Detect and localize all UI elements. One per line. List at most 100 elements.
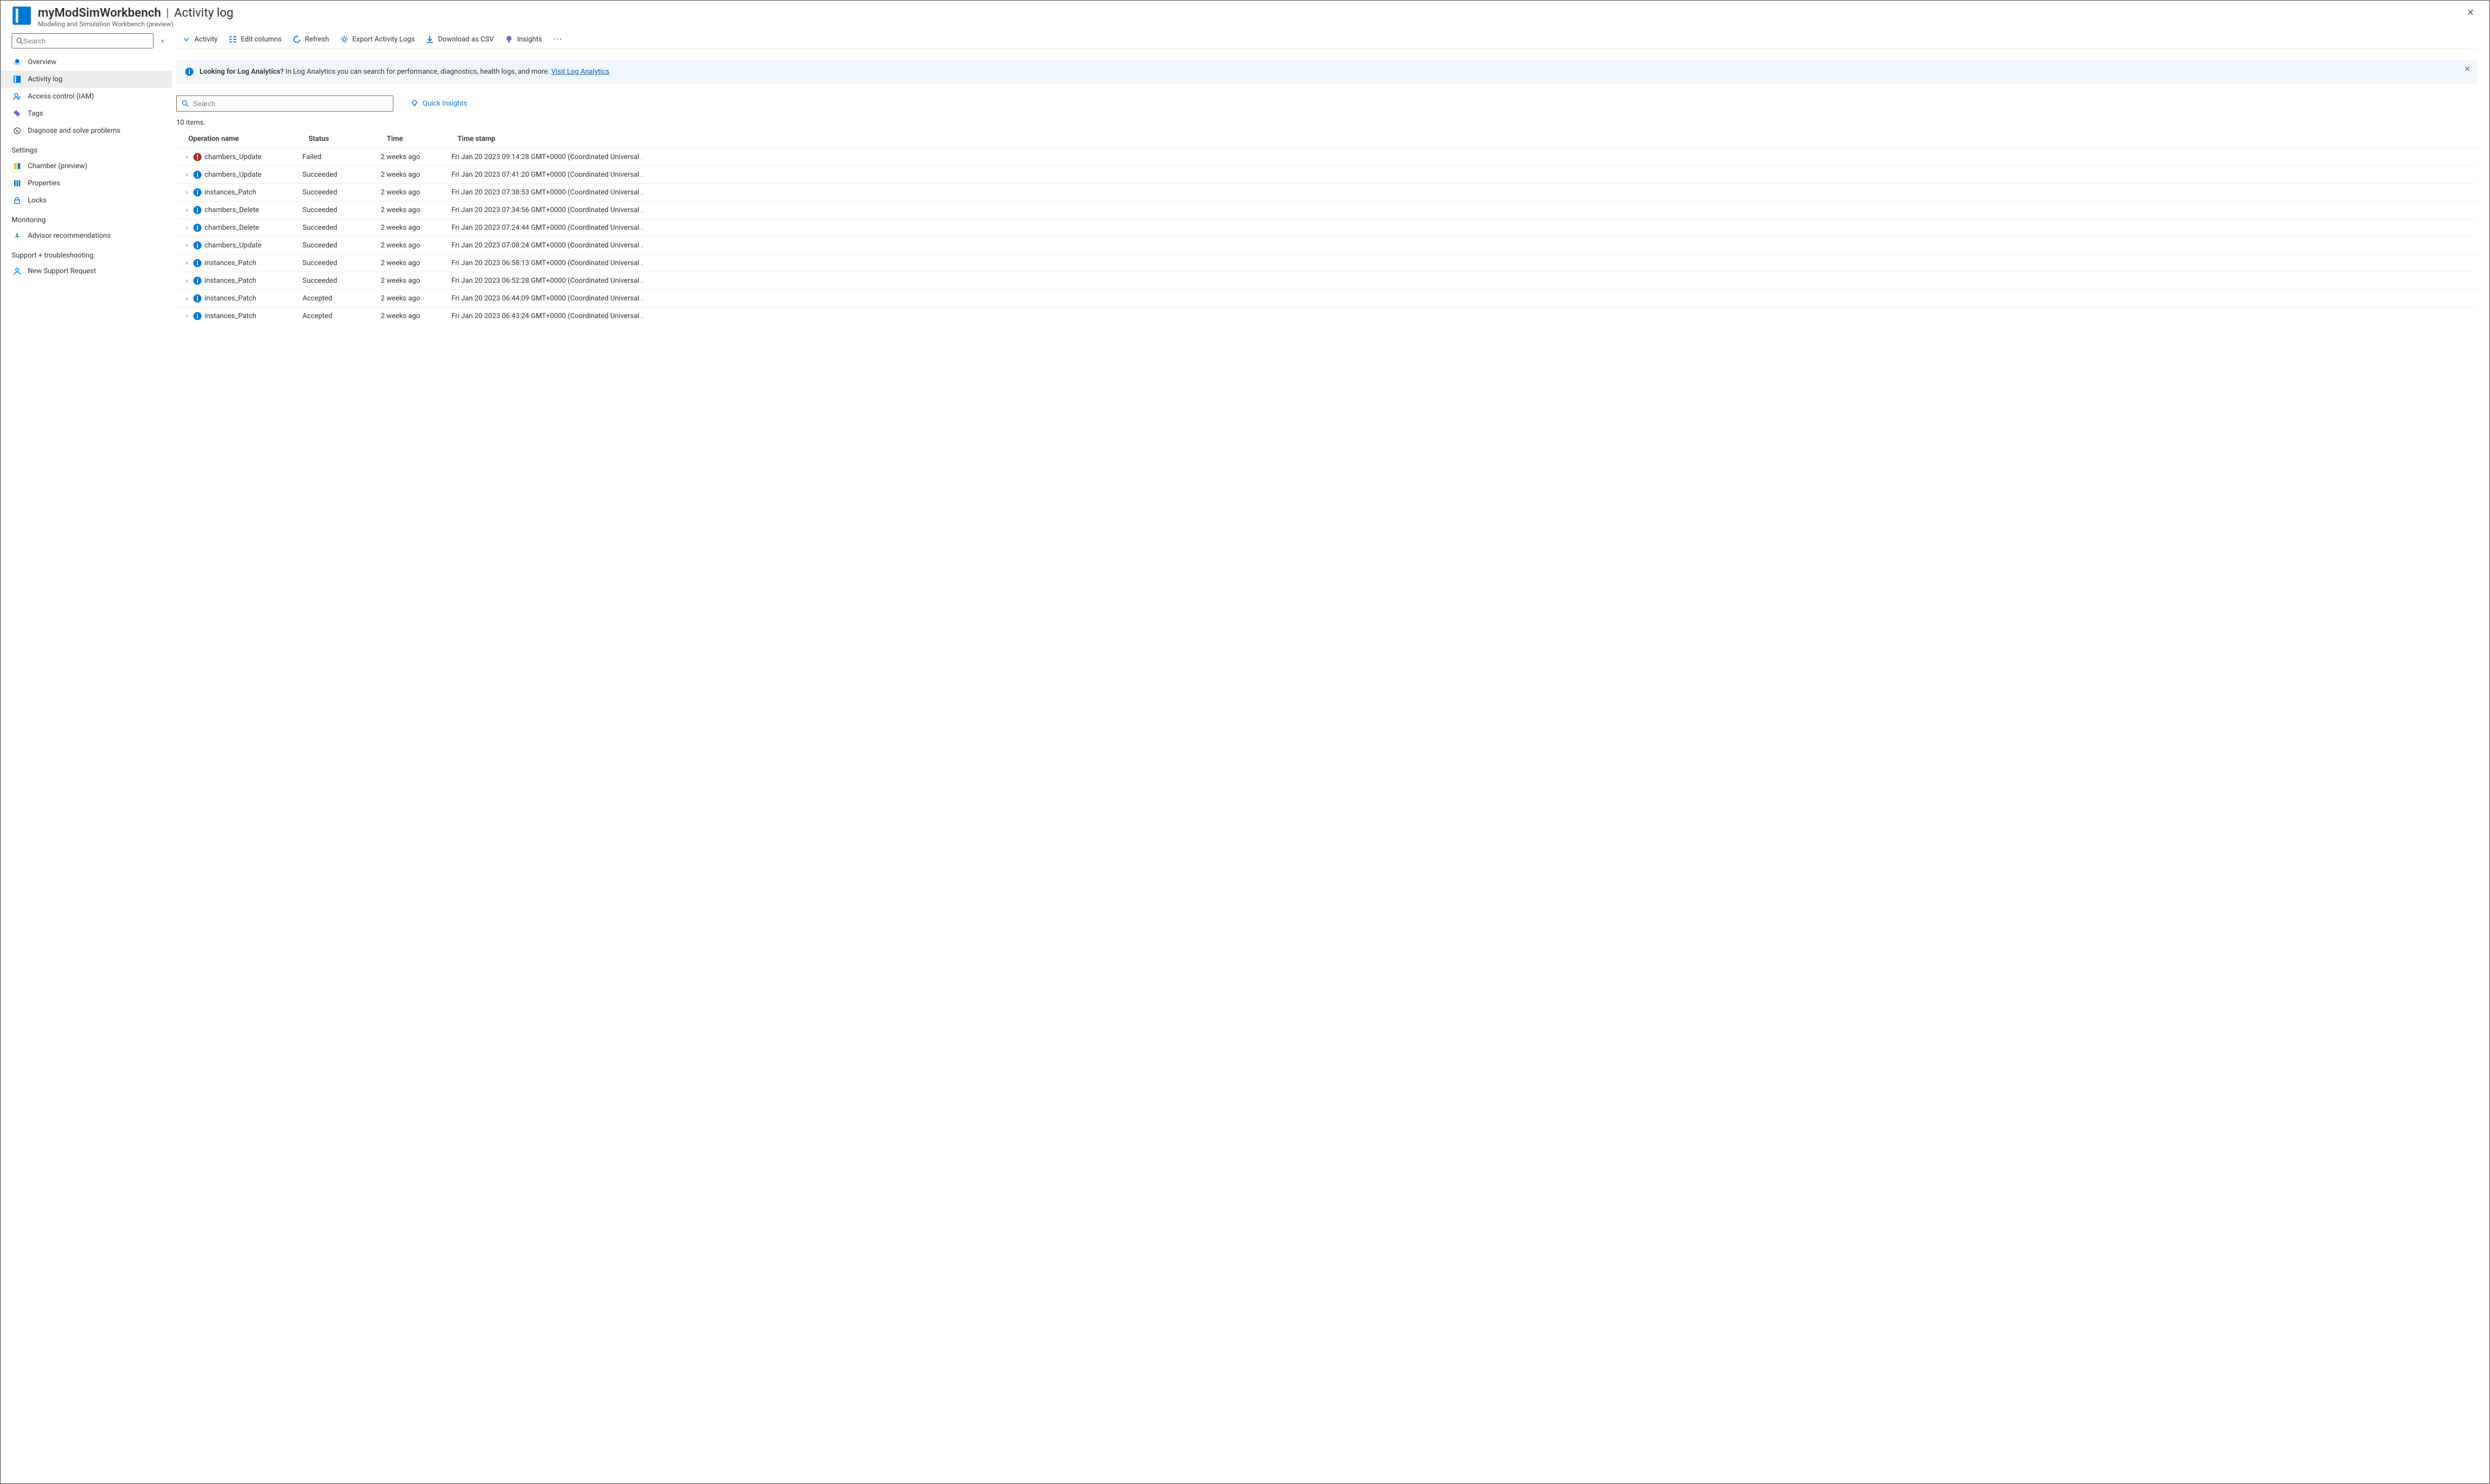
sidebar-item-label: Locks <box>28 196 46 204</box>
info-icon <box>193 241 201 249</box>
chevron-right-icon[interactable]: › <box>183 206 190 214</box>
info-icon <box>193 224 201 232</box>
diagnose-icon <box>13 126 22 135</box>
timestamp-cell: Fri Jan 20 2023 06:44:09 GMT+0000 (Coord… <box>451 294 2477 302</box>
chevron-right-icon[interactable]: › <box>183 153 190 161</box>
sidebar-item-label: Overview <box>28 58 57 66</box>
access-control-icon <box>13 92 22 101</box>
main-content: Activity Edit columns Refresh Export Act… <box>172 32 2489 1483</box>
insights-button[interactable]: Insights <box>505 35 542 43</box>
refresh-button[interactable]: Refresh <box>293 35 329 43</box>
error-icon <box>193 153 201 161</box>
sidebar-item-access-control[interactable]: Access control (IAM) <box>1 88 172 105</box>
operation-name: instances_Patch <box>205 294 257 302</box>
table-row[interactable]: ›instances_PatchSucceeded2 weeks agoFri … <box>176 183 2477 201</box>
search-icon <box>182 100 189 107</box>
sidebar-group-support: Support + troubleshooting <box>1 244 172 263</box>
time-cell: 2 weeks ago <box>381 188 451 196</box>
sidebar-group-monitoring: Monitoring <box>1 209 172 227</box>
chevron-right-icon[interactable]: › <box>183 188 190 196</box>
activity-log-search[interactable] <box>176 95 393 112</box>
time-cell: 2 weeks ago <box>381 294 451 302</box>
time-cell: 2 weeks ago <box>381 241 451 249</box>
table-row[interactable]: ›instances_PatchSucceeded2 weeks agoFri … <box>176 254 2477 272</box>
chevron-right-icon[interactable]: › <box>183 224 190 232</box>
table-row[interactable]: ›instances_PatchAccepted2 weeks agoFri J… <box>176 307 2477 325</box>
info-banner: Looking for Log Analytics? In Log Analyt… <box>176 60 2477 84</box>
info-icon <box>193 206 201 214</box>
operation-name: chambers_Delete <box>205 224 259 232</box>
chevron-right-icon[interactable]: › <box>183 241 190 249</box>
dismiss-banner-icon[interactable]: ✕ <box>2464 65 2470 73</box>
sidebar-group-settings: Settings <box>1 139 172 158</box>
col-operation[interactable]: Operation name <box>182 135 309 143</box>
col-timestamp[interactable]: Time stamp <box>458 135 2477 143</box>
sidebar-item-chamber[interactable]: Chamber (preview) <box>1 158 172 175</box>
activity-log-icon <box>13 75 22 84</box>
banner-link[interactable]: Visit Log Analytics <box>551 68 609 76</box>
timestamp-cell: Fri Jan 20 2023 07:38:53 GMT+0000 (Coord… <box>451 188 2477 196</box>
sidebar-item-label: Advisor recommendations <box>28 232 111 240</box>
collapse-sidebar-icon[interactable]: « <box>159 35 166 47</box>
timestamp-cell: Fri Jan 20 2023 07:34:56 GMT+0000 (Coord… <box>451 206 2477 214</box>
download-csv-button[interactable]: Download as CSV <box>426 35 493 43</box>
chevron-right-icon[interactable]: › <box>183 277 190 285</box>
advisor-icon <box>13 231 22 240</box>
table-row[interactable]: ›chambers_UpdateFailed2 weeks agoFri Jan… <box>176 148 2477 166</box>
quick-insights-button[interactable]: Quick Insights <box>411 99 467 108</box>
col-status[interactable]: Status <box>309 135 387 143</box>
info-icon <box>193 294 201 302</box>
timestamp-cell: Fri Jan 20 2023 06:58:13 GMT+0000 (Coord… <box>451 259 2477 267</box>
activity-dropdown[interactable]: Activity <box>182 35 218 43</box>
gear-icon <box>340 35 348 43</box>
activity-log-search-input[interactable] <box>193 99 388 108</box>
operation-name: instances_Patch <box>205 188 257 196</box>
chevron-right-icon[interactable]: › <box>183 312 190 320</box>
sidebar-item-label: Diagnose and solve problems <box>28 127 120 135</box>
edit-columns-button[interactable]: Edit columns <box>229 35 282 43</box>
table-row[interactable]: ›chambers_DeleteSucceeded2 weeks agoFri … <box>176 201 2477 219</box>
sidebar-search-input[interactable] <box>23 37 149 45</box>
table-row[interactable]: ›instances_PatchAccepted2 weeks agoFri J… <box>176 289 2477 307</box>
more-icon[interactable]: ··· <box>553 35 563 43</box>
table-row[interactable]: ›chambers_DeleteSucceeded2 weeks agoFri … <box>176 219 2477 236</box>
resource-name: myModSimWorkbench <box>38 6 161 20</box>
sidebar-item-locks[interactable]: Locks <box>1 192 172 209</box>
sidebar-item-new-support-request[interactable]: New Support Request <box>1 263 172 280</box>
sidebar-item-label: New Support Request <box>28 267 96 275</box>
sidebar-item-label: Chamber (preview) <box>28 162 87 170</box>
time-cell: 2 weeks ago <box>381 277 451 285</box>
info-icon <box>193 259 201 267</box>
sidebar-item-diagnose[interactable]: Diagnose and solve problems <box>1 122 172 139</box>
table-row[interactable]: ›chambers_UpdateSucceeded2 weeks agoFri … <box>176 166 2477 183</box>
resource-type-subtitle: Modeling and Simulation Workbench (previ… <box>38 21 2464 28</box>
lock-icon <box>13 196 22 205</box>
status-cell: Succeeded <box>302 241 381 249</box>
sidebar-search[interactable] <box>12 33 154 48</box>
grid-header: Operation name Status Time Time stamp <box>176 131 2477 148</box>
timestamp-cell: Fri Jan 20 2023 06:43:24 GMT+0000 (Coord… <box>451 312 2477 320</box>
time-cell: 2 weeks ago <box>381 224 451 232</box>
sidebar-item-properties[interactable]: Properties <box>1 175 172 192</box>
close-icon[interactable]: ✕ <box>2464 6 2477 20</box>
sidebar-item-activity-log[interactable]: Activity log <box>1 71 172 88</box>
time-cell: 2 weeks ago <box>381 171 451 179</box>
info-icon <box>193 277 201 285</box>
chevron-right-icon[interactable]: › <box>183 259 190 267</box>
table-row[interactable]: ›chambers_UpdateSucceeded2 weeks agoFri … <box>176 236 2477 254</box>
sidebar-item-overview[interactable]: Overview <box>1 54 172 71</box>
table-row[interactable]: ›instances_PatchSucceeded2 weeks agoFri … <box>176 272 2477 289</box>
col-time[interactable]: Time <box>387 135 458 143</box>
timestamp-cell: Fri Jan 20 2023 07:41:20 GMT+0000 (Coord… <box>451 171 2477 179</box>
status-cell: Accepted <box>302 312 381 320</box>
export-button[interactable]: Export Activity Logs <box>340 35 415 43</box>
status-cell: Failed <box>302 153 381 161</box>
status-cell: Succeeded <box>302 206 381 214</box>
chevron-right-icon[interactable]: › <box>183 171 190 179</box>
operation-name: instances_Patch <box>205 259 257 267</box>
sidebar-item-tags[interactable]: Tags <box>1 105 172 122</box>
sidebar-item-label: Activity log <box>28 75 63 83</box>
sidebar-item-advisor[interactable]: Advisor recommendations <box>1 227 172 244</box>
chevron-right-icon[interactable]: › <box>183 294 190 302</box>
sidebar-item-label: Properties <box>28 179 60 187</box>
